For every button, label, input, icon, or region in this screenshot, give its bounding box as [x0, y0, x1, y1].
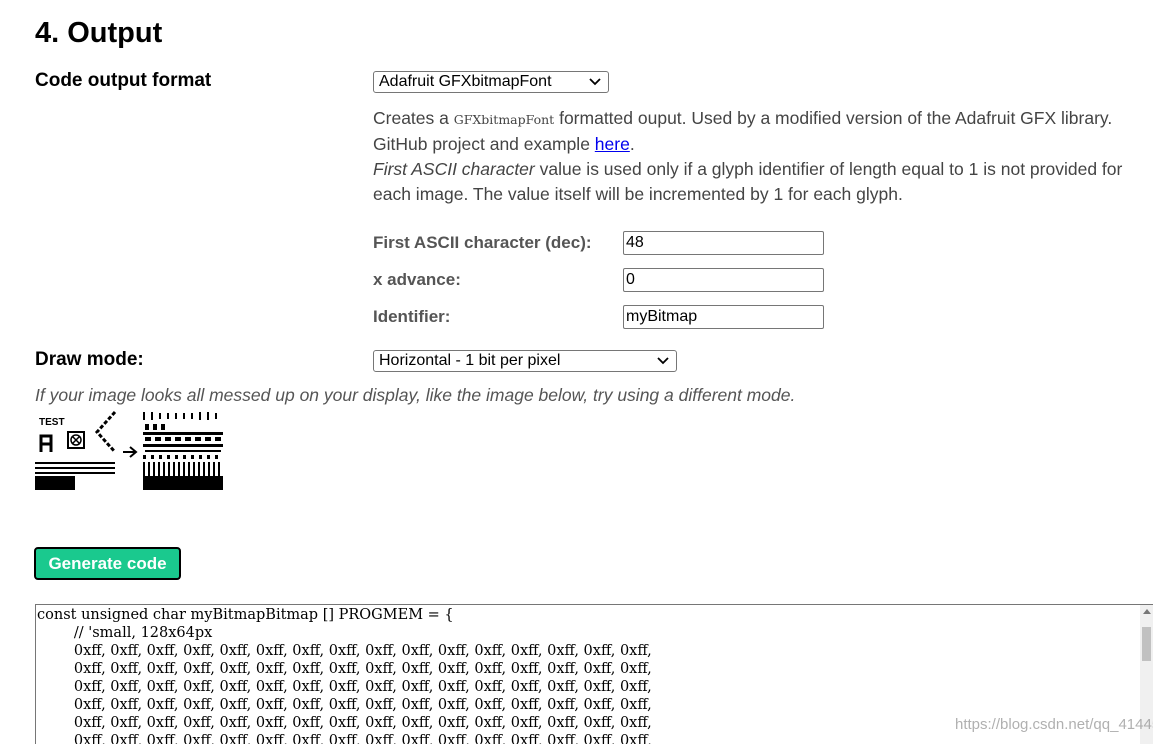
code-output-format-value: Adafruit GFXbitmapFont — [379, 73, 552, 90]
chevron-down-icon — [657, 357, 669, 365]
format-code-name: GFXbitmapFont — [453, 112, 555, 127]
identifier-input[interactable]: myBitmap — [623, 305, 824, 329]
draw-mode-select[interactable]: Horizontal - 1 bit per pixel — [373, 350, 677, 372]
github-link[interactable]: here — [595, 134, 630, 154]
code-output-format-select[interactable]: Adafruit GFXbitmapFont — [373, 71, 609, 93]
draw-mode-value: Horizontal - 1 bit per pixel — [379, 352, 561, 369]
format-description: Creates a GFXbitmapFont formatted ouput.… — [373, 108, 1123, 204]
watermark: https://blog.csdn.net/qq_41445357 — [955, 716, 1153, 733]
chevron-down-icon — [589, 78, 601, 86]
draw-mode-hint: If your image looks all messed up on you… — [35, 385, 796, 405]
example-test-label: TEST — [39, 417, 65, 428]
code-output-format-label: Code output format — [35, 70, 212, 91]
x-advance-input[interactable]: 0 — [623, 268, 824, 292]
first-ascii-label: First ASCII character (dec): — [373, 233, 592, 252]
identifier-label: Identifier: — [373, 307, 451, 326]
first-ascii-input[interactable]: 48 — [623, 231, 824, 255]
section-title: 4. Output — [35, 17, 163, 49]
scrollbar-thumb[interactable] — [1142, 627, 1151, 661]
draw-mode-label: Draw mode: — [35, 349, 144, 370]
x-advance-label: x advance: — [373, 270, 461, 289]
generate-code-button[interactable]: Generate code — [34, 547, 181, 580]
scroll-up-arrow-icon[interactable] — [1143, 609, 1151, 614]
messed-up-example-image: TEST — [35, 410, 223, 490]
